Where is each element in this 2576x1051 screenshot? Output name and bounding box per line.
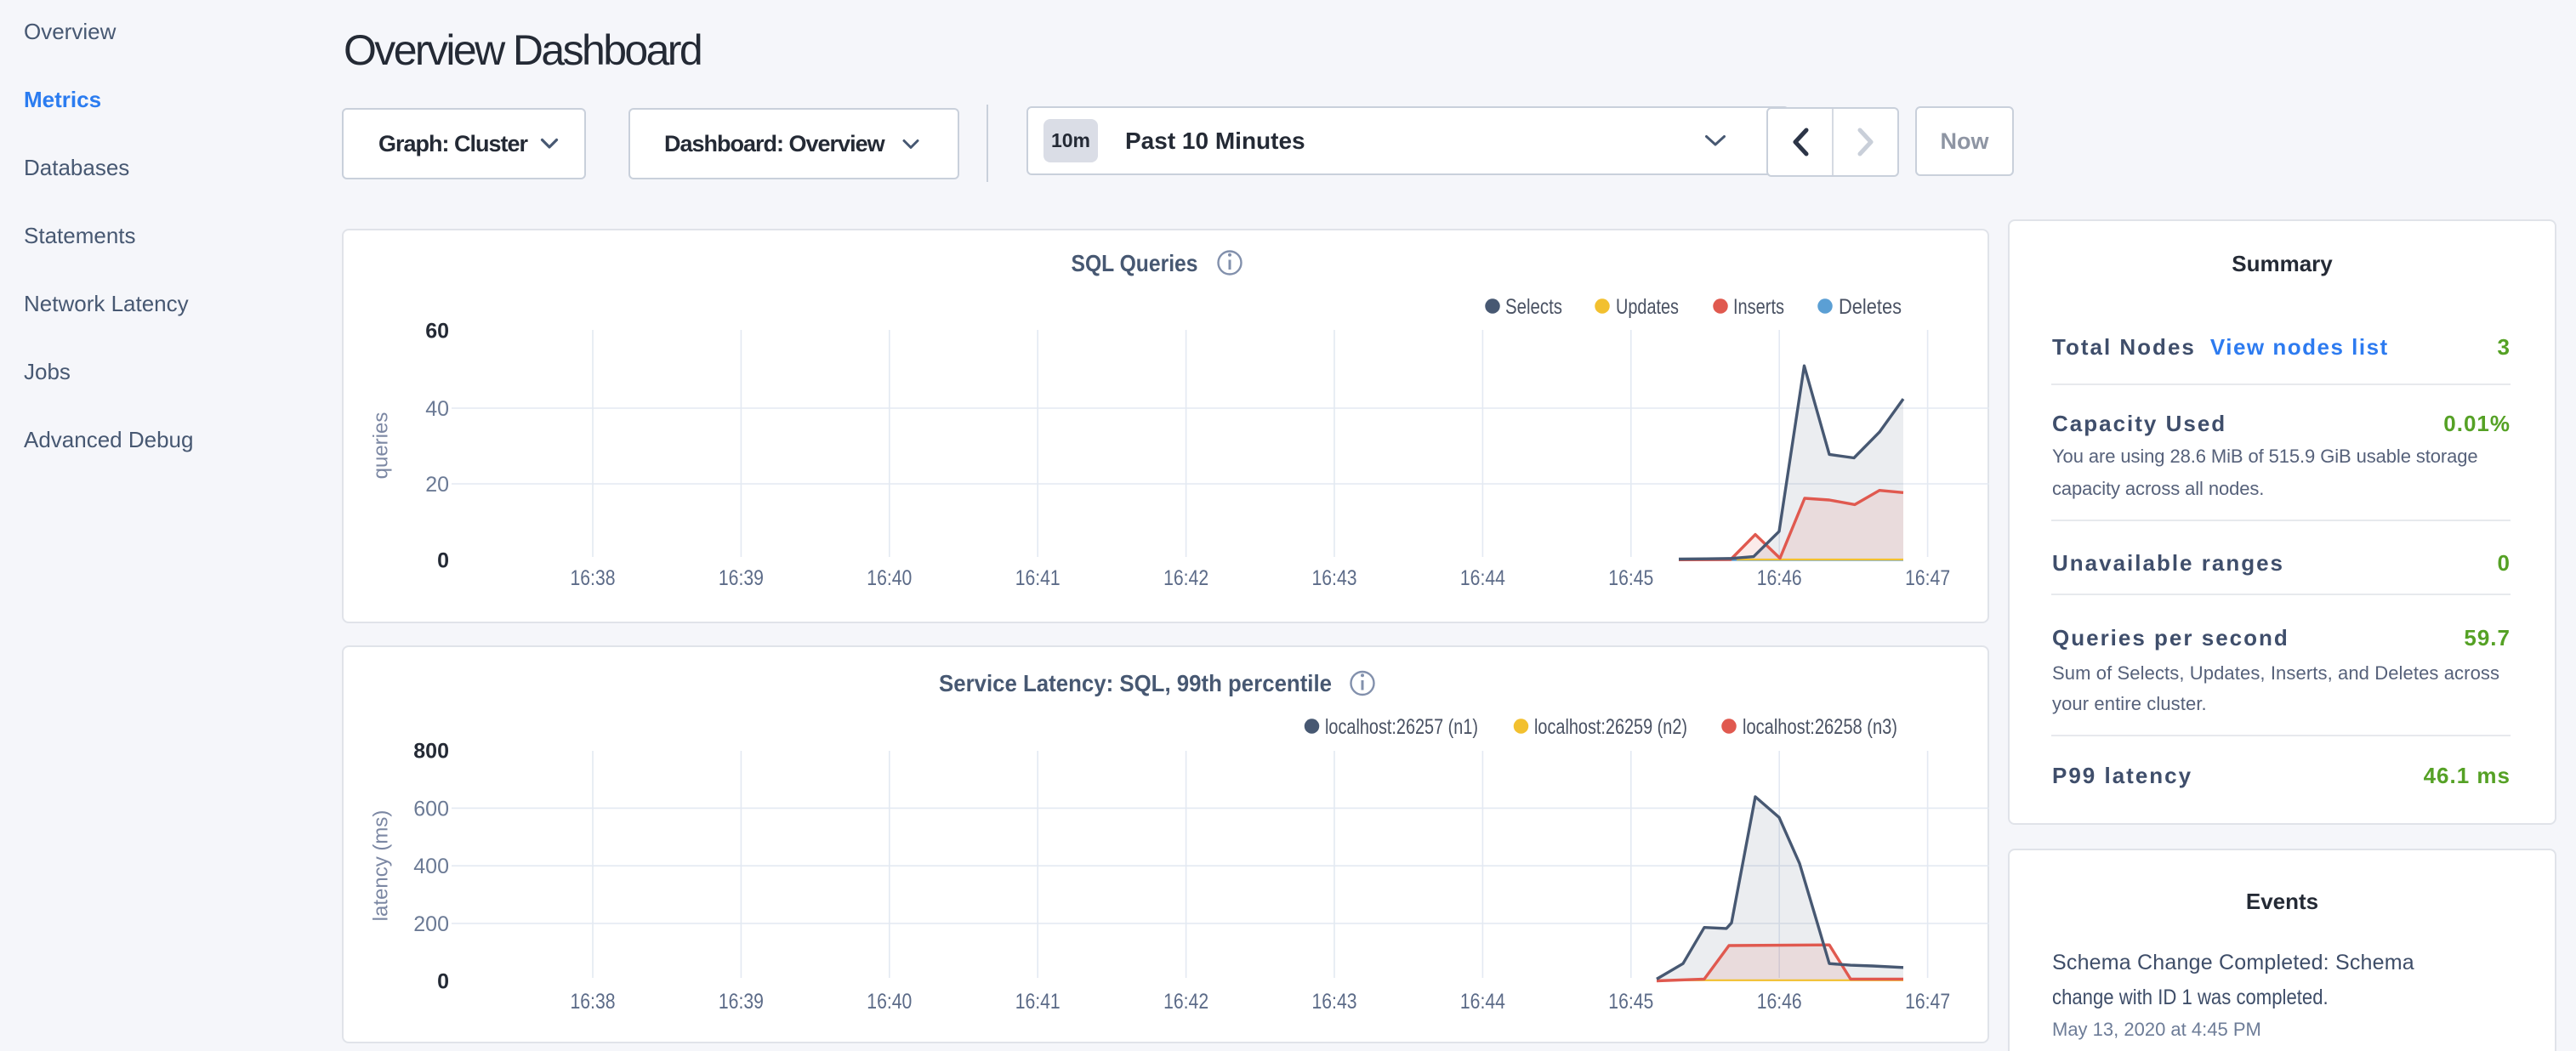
svg-text:16:44: 16:44 — [1460, 990, 1505, 1014]
svg-text:localhost:26258 (n3): localhost:26258 (n3) — [1743, 715, 1897, 739]
svg-text:localhost:26259 (n2): localhost:26259 (n2) — [1534, 715, 1687, 739]
svg-text:16:41: 16:41 — [1015, 566, 1061, 590]
svg-text:16:45: 16:45 — [1608, 566, 1653, 590]
svg-text:16:46: 16:46 — [1757, 566, 1802, 590]
svg-text:SQL Queries: SQL Queries — [1072, 250, 1198, 276]
svg-text:400: 400 — [413, 855, 449, 878]
svg-text:16:38: 16:38 — [571, 990, 616, 1014]
svg-text:Deletes: Deletes — [1839, 295, 1902, 319]
svg-text:16:44: 16:44 — [1460, 566, 1505, 590]
svg-text:16:40: 16:40 — [867, 990, 912, 1014]
svg-text:16:42: 16:42 — [1163, 990, 1208, 1014]
svg-text:0: 0 — [437, 549, 449, 573]
svg-text:localhost:26257 (n1): localhost:26257 (n1) — [1325, 715, 1478, 739]
svg-text:16:46: 16:46 — [1757, 990, 1802, 1014]
svg-text:16:43: 16:43 — [1312, 990, 1357, 1014]
svg-text:queries: queries — [370, 412, 393, 480]
svg-text:16:47: 16:47 — [1905, 566, 1950, 590]
svg-text:16:42: 16:42 — [1163, 566, 1208, 590]
svg-text:Service Latency: SQL, 99th per: Service Latency: SQL, 99th percentile — [939, 670, 1332, 696]
svg-text:60: 60 — [425, 320, 449, 344]
svg-text:16:40: 16:40 — [867, 566, 912, 590]
svg-text:16:45: 16:45 — [1608, 990, 1653, 1014]
svg-text:600: 600 — [413, 797, 449, 821]
svg-text:16:41: 16:41 — [1015, 990, 1061, 1014]
svg-text:Selects: Selects — [1505, 295, 1562, 319]
svg-text:16:43: 16:43 — [1312, 566, 1357, 590]
svg-text:Updates: Updates — [1616, 295, 1679, 319]
svg-text:200: 200 — [413, 912, 449, 936]
svg-text:16:39: 16:39 — [719, 990, 764, 1014]
svg-text:0: 0 — [437, 970, 449, 994]
svg-text:40: 40 — [425, 397, 449, 421]
svg-text:800: 800 — [413, 740, 449, 764]
svg-text:16:39: 16:39 — [719, 566, 764, 590]
svg-text:Inserts: Inserts — [1733, 295, 1784, 319]
svg-text:latency (ms): latency (ms) — [370, 810, 393, 922]
svg-text:16:38: 16:38 — [571, 566, 616, 590]
svg-text:16:47: 16:47 — [1905, 990, 1950, 1014]
svg-text:20: 20 — [425, 473, 449, 497]
